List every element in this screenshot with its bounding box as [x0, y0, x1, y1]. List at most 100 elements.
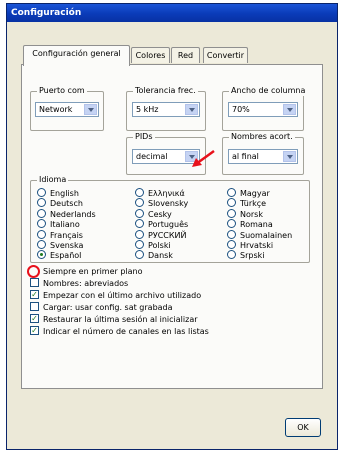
radio-button-icon[interactable] [227, 219, 236, 229]
language-label: Português [148, 220, 189, 230]
radio-button-icon[interactable] [135, 229, 144, 239]
language-label: Français [50, 230, 83, 240]
pids-label: PIDs [133, 132, 155, 142]
language-radio-2[interactable]: Magyar [227, 188, 270, 199]
language-radio-17[interactable]: Hrvatski [227, 240, 273, 251]
language-radio-9[interactable]: Italiano [37, 219, 80, 230]
radio-button-icon[interactable] [37, 208, 46, 218]
radio-button-icon[interactable] [227, 229, 236, 239]
option-checkbox-row[interactable]: Nombres: abreviados [30, 278, 128, 290]
option-checkbox-row[interactable]: Cargar: usar config. sat grabada [30, 302, 173, 314]
language-label: Polski [148, 241, 171, 250]
radio-button-icon[interactable] [135, 240, 144, 249]
language-radio-7[interactable]: Cesky [135, 208, 172, 220]
radio-button-icon[interactable] [37, 229, 46, 239]
radio-button-icon[interactable] [37, 240, 46, 249]
language-radio-12[interactable]: Français [37, 229, 83, 241]
language-radio-8[interactable]: Norsk [227, 208, 263, 220]
language-radio-4[interactable]: Slovensky [135, 198, 188, 209]
language-label: Slovensky [148, 199, 189, 209]
checkbox-icon[interactable]: ✓ [30, 326, 39, 335]
ancho-columna-select[interactable]: 70% [228, 102, 298, 117]
ancho-columna-value: 70% [232, 105, 250, 114]
tolerancia-select[interactable]: 5 kHz [132, 102, 200, 117]
language-radio-6[interactable]: Nederlands [37, 208, 96, 220]
language-label: Hrvatski [240, 241, 274, 250]
language-label: Nederlands [50, 209, 96, 219]
tab-configuracion-general[interactable]: Configuración general [23, 45, 130, 66]
puerto-com-label: Puerto com [37, 86, 87, 96]
language-radio-5[interactable]: Türkçe [227, 198, 266, 209]
radio-button-icon[interactable] [135, 188, 144, 197]
checkbox-icon[interactable]: ✓ [30, 314, 39, 323]
general-settings-panel: Puerto com Network Tolerancia frec. 5 kH… [21, 64, 323, 389]
radio-button-icon[interactable] [227, 208, 236, 218]
chevron-down-icon[interactable] [84, 104, 97, 115]
tab-convertir[interactable]: Convertir [203, 47, 248, 63]
radio-button-icon[interactable] [227, 250, 236, 260]
puerto-com-select[interactable]: Network [35, 102, 99, 117]
option-checkbox-row[interactable]: ✓ Restaurar la última sesión al inicializ… [30, 314, 198, 326]
option-checkbox-row[interactable]: ✓ Indicar el número de canales en las lis… [30, 326, 209, 338]
option-checkbox-row[interactable]: Siempre en primer plano [30, 266, 143, 278]
language-radio-1[interactable]: Ελληνικά [135, 188, 185, 199]
language-radio-18[interactable]: Español [37, 250, 81, 261]
tab-red[interactable]: Red [171, 47, 200, 63]
puerto-com-value: Network [39, 105, 73, 114]
language-label: Norsk [240, 209, 263, 219]
language-label: Cesky [148, 209, 172, 219]
language-label: Svenska [50, 241, 84, 250]
language-radio-15[interactable]: Svenska [37, 240, 83, 251]
idioma-label: Idioma [37, 175, 69, 185]
language-radio-10[interactable]: Português [135, 219, 188, 230]
radio-button-icon[interactable] [135, 219, 144, 229]
tolerancia-group: Tolerancia frec. 5 kHz [126, 86, 206, 131]
language-radio-19[interactable]: Dansk [135, 250, 173, 261]
ancho-columna-group: Ancho de columna 70% [222, 86, 308, 131]
language-label: Magyar [240, 189, 270, 198]
language-label: РУССКИЙ [148, 230, 187, 240]
checkbox-icon[interactable] [30, 278, 39, 287]
tab-colores[interactable]: Colores [131, 47, 170, 63]
nombres-acort-label: Nombres acort. [229, 132, 295, 142]
checkbox-label: Restaurar la última sesión al inicializa… [43, 315, 198, 324]
radio-button-icon[interactable] [37, 250, 46, 260]
option-checkbox-row[interactable]: ✓ Empezar con el último archivo utilizado [30, 290, 201, 302]
checkbox-label: Nombres: abreviados [43, 279, 129, 288]
nombres-acort-value: al final [232, 152, 259, 161]
tolerancia-label: Tolerancia frec. [133, 86, 198, 96]
chevron-down-icon[interactable] [185, 104, 198, 115]
language-radio-20[interactable]: Srpski [227, 250, 264, 261]
language-radio-11[interactable]: Romana [227, 219, 273, 230]
puerto-com-group: Puerto com Network [30, 86, 104, 131]
chevron-down-icon[interactable] [283, 104, 296, 115]
checkbox-icon[interactable]: ✓ [30, 290, 39, 299]
checkbox-label: Siempre en primer plano [43, 267, 143, 276]
radio-button-icon[interactable] [227, 240, 236, 249]
ok-button[interactable]: OK [285, 418, 321, 437]
radio-button-icon[interactable] [135, 208, 144, 218]
checkbox-label: Indicar el número de canales en las list… [43, 327, 209, 336]
radio-button-icon[interactable] [37, 188, 46, 197]
language-label: Türkçe [240, 199, 267, 209]
radio-button-icon[interactable] [37, 198, 46, 208]
radio-button-icon[interactable] [135, 250, 144, 260]
window-title: Configuración [7, 4, 337, 22]
language-radio-13[interactable]: РУССКИЙ [135, 229, 187, 241]
tolerancia-value: 5 kHz [136, 105, 159, 114]
language-label: English [50, 189, 79, 198]
language-radio-0[interactable]: English [37, 188, 79, 199]
checkbox-icon[interactable] [30, 302, 39, 311]
radio-button-icon[interactable] [135, 198, 144, 208]
chevron-down-icon[interactable] [283, 151, 296, 162]
language-radio-16[interactable]: Polski [135, 240, 171, 251]
nombres-acort-select[interactable]: al final [228, 149, 298, 164]
checkbox-label: Empezar con el último archivo utilizado [43, 291, 202, 300]
language-radio-14[interactable]: Suomalainen [227, 229, 292, 241]
radio-button-icon[interactable] [227, 198, 236, 208]
language-label: Ελληνικά [148, 189, 185, 198]
annotation-arrow-icon [192, 149, 215, 167]
radio-button-icon[interactable] [37, 219, 46, 229]
radio-button-icon[interactable] [227, 188, 236, 197]
language-radio-3[interactable]: Deutsch [37, 198, 83, 209]
